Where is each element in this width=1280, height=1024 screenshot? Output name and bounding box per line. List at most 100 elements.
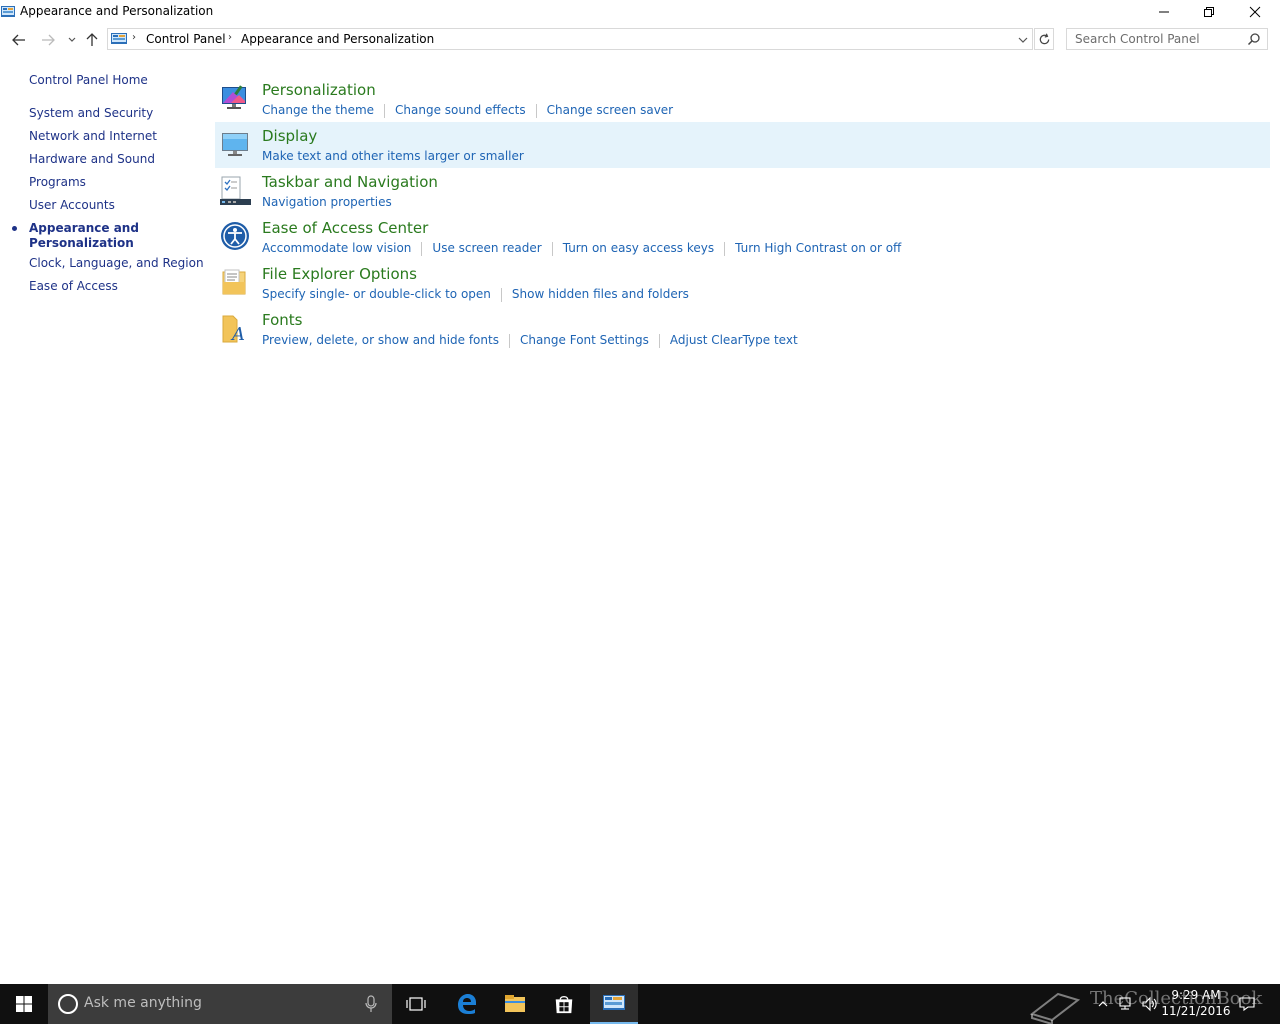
- action-center-button[interactable]: [1236, 984, 1258, 1024]
- link-change-the-theme[interactable]: Change the theme: [262, 103, 374, 117]
- refresh-button[interactable]: [1034, 28, 1054, 50]
- window-title: Appearance and Personalization: [20, 4, 214, 18]
- category-taskbar-navigation: Taskbar and Navigation Navigation proper…: [215, 168, 1270, 214]
- start-button[interactable]: [0, 984, 48, 1024]
- up-button[interactable]: [82, 30, 102, 50]
- link-separator: [500, 288, 502, 302]
- personalization-title[interactable]: Personalization: [262, 81, 376, 99]
- breadcrumb-control-panel[interactable]: Control Panel: [146, 32, 226, 46]
- up-arrow-icon: [86, 33, 98, 46]
- link-preview-fonts[interactable]: Preview, delete, or show and hide fonts: [262, 333, 499, 347]
- breadcrumb-chevron-icon[interactable]: ›: [228, 32, 232, 43]
- control-panel-icon: [1, 6, 15, 17]
- file-explorer-options-title[interactable]: File Explorer Options: [262, 265, 417, 283]
- volume-tray-button[interactable]: [1140, 984, 1160, 1024]
- edge-browser-button[interactable]: [443, 984, 491, 1024]
- nav-hardware-and-sound[interactable]: Hardware and Sound: [29, 152, 155, 166]
- notification-icon: [1239, 997, 1255, 1012]
- microphone-icon[interactable]: [364, 995, 378, 1013]
- forward-arrow-icon: [42, 34, 55, 46]
- fonts-icon: A: [222, 315, 245, 344]
- minimize-button[interactable]: [1141, 0, 1187, 24]
- forward-button[interactable]: [38, 30, 58, 50]
- clock-time: 9:29 AM: [1171, 988, 1221, 1002]
- file-explorer-button[interactable]: [491, 984, 539, 1024]
- recent-locations-button[interactable]: [62, 30, 82, 50]
- taskbar-clock[interactable]: 9:29 AM 11/21/2016: [1160, 987, 1232, 1019]
- address-dropdown-button[interactable]: [1014, 30, 1032, 50]
- link-adjust-cleartype[interactable]: Adjust ClearType text: [670, 333, 798, 347]
- file-explorer-icon: [505, 995, 525, 1012]
- chevron-up-icon: [1098, 1001, 1108, 1007]
- cortana-prompt: Ask me anything: [84, 995, 202, 1011]
- svg-text:A: A: [230, 324, 245, 344]
- taskbar: Ask me anything TheCollectionBook 9:29 A…: [0, 984, 1280, 1024]
- speaker-icon: [1142, 996, 1157, 1012]
- link-make-text-larger[interactable]: Make text and other items larger or smal…: [262, 149, 524, 163]
- personalization-icon: [222, 85, 246, 109]
- category-personalization: Personalization Change the theme Change …: [215, 76, 1270, 122]
- nav-clock-language-region[interactable]: Clock, Language, and Region: [29, 256, 204, 270]
- category-fonts: A Fonts Preview, delete, or show and hid…: [215, 306, 1270, 352]
- display-icon: [222, 133, 248, 156]
- taskbar-icon: [220, 176, 251, 205]
- link-separator: [724, 242, 726, 256]
- breadcrumb-chevron-icon[interactable]: ›: [132, 32, 136, 43]
- category-file-explorer-options: File Explorer Options Specify single- or…: [215, 260, 1270, 306]
- address-bar[interactable]: › Control Panel › Appearance and Persona…: [107, 28, 1033, 50]
- task-view-button[interactable]: [392, 984, 440, 1024]
- fonts-title[interactable]: Fonts: [262, 311, 302, 329]
- show-hidden-icons-button[interactable]: [1094, 984, 1112, 1024]
- network-tray-button[interactable]: [1116, 984, 1136, 1024]
- link-use-screen-reader[interactable]: Use screen reader: [432, 241, 541, 255]
- nav-ease-of-access[interactable]: Ease of Access: [29, 279, 118, 293]
- store-button[interactable]: [540, 984, 588, 1024]
- nav-appearance-and-personalization: Appearance and Personalization: [29, 221, 139, 250]
- breadcrumb-appearance[interactable]: Appearance and Personalization: [241, 32, 434, 46]
- back-button[interactable]: [9, 30, 29, 50]
- link-change-sound-effects[interactable]: Change sound effects: [395, 103, 526, 117]
- chevron-down-icon: [1018, 37, 1028, 43]
- current-page-bullet: [12, 226, 17, 231]
- taskbar-links: Navigation properties: [262, 195, 392, 209]
- ease-of-access-center-title[interactable]: Ease of Access Center: [262, 219, 428, 237]
- minimize-icon: [1159, 11, 1169, 13]
- nav-control-panel-home[interactable]: Control Panel Home: [29, 73, 148, 87]
- folder-options-icon: [222, 269, 246, 295]
- close-button[interactable]: [1232, 0, 1278, 24]
- link-easy-access-keys[interactable]: Turn on easy access keys: [563, 241, 714, 255]
- link-change-screen-saver[interactable]: Change screen saver: [547, 103, 674, 117]
- task-view-icon: [406, 997, 426, 1011]
- link-separator: [384, 104, 386, 118]
- search-input[interactable]: [1067, 29, 1247, 49]
- restore-button[interactable]: [1186, 0, 1232, 24]
- breadcrumb-chevron-icon[interactable]: ›: [419, 32, 423, 43]
- nav-system-and-security[interactable]: System and Security: [29, 106, 153, 120]
- nav-network-and-internet[interactable]: Network and Internet: [29, 129, 157, 143]
- display-links: Make text and other items larger or smal…: [262, 149, 524, 163]
- control-panel-taskbar-button[interactable]: [590, 984, 638, 1024]
- link-single-double-click[interactable]: Specify single- or double-click to open: [262, 287, 491, 301]
- edge-icon: [458, 994, 476, 1014]
- link-accommodate-low-vision[interactable]: Accommodate low vision: [262, 241, 411, 255]
- close-icon: [1249, 6, 1261, 18]
- ease-of-access-icon: [221, 222, 249, 250]
- link-separator: [421, 242, 423, 256]
- chevron-down-icon: [68, 37, 76, 42]
- nav-programs[interactable]: Programs: [29, 175, 86, 189]
- display-title[interactable]: Display: [262, 127, 317, 145]
- link-show-hidden-files[interactable]: Show hidden files and folders: [512, 287, 689, 301]
- watermark-book-icon: [1029, 992, 1081, 1024]
- store-icon: [555, 995, 573, 1014]
- link-high-contrast[interactable]: Turn High Contrast on or off: [735, 241, 901, 255]
- link-navigation-properties[interactable]: Navigation properties: [262, 195, 392, 209]
- link-separator: [658, 334, 660, 348]
- nav-user-accounts[interactable]: User Accounts: [29, 198, 115, 212]
- category-ease-of-access-center: Ease of Access Center Accommodate low vi…: [215, 214, 1270, 260]
- link-change-font-settings[interactable]: Change Font Settings: [520, 333, 649, 347]
- search-box[interactable]: [1066, 28, 1268, 50]
- search-icon[interactable]: [1247, 32, 1261, 46]
- link-separator: [551, 242, 553, 256]
- cortana-search-box[interactable]: Ask me anything: [48, 984, 392, 1024]
- taskbar-navigation-title[interactable]: Taskbar and Navigation: [262, 173, 438, 191]
